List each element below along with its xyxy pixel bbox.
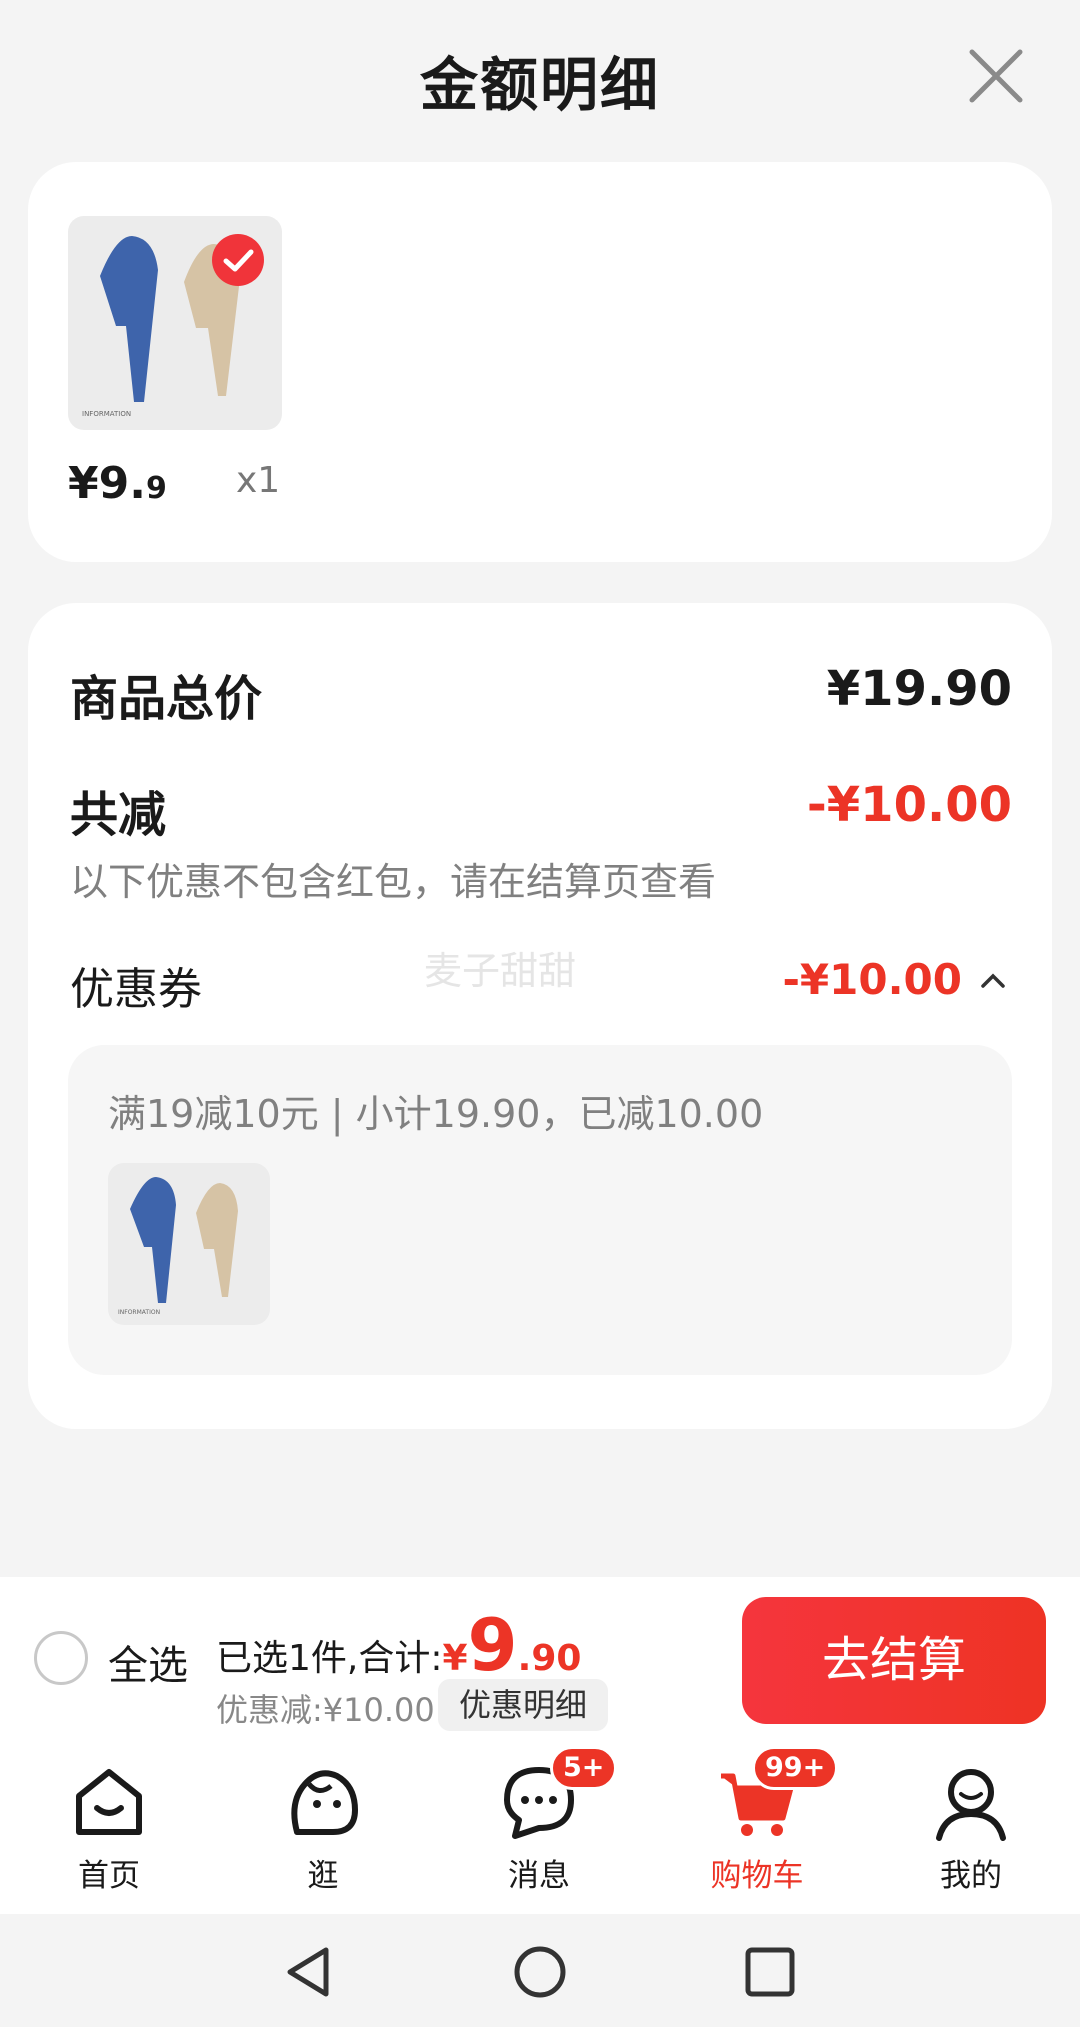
recents-icon[interactable]	[740, 1942, 800, 2002]
coupon-description: 满19减10元 | 小计19.90，已减10.00	[108, 1092, 764, 1136]
tab-label-profile: 我的	[940, 1858, 1002, 1894]
amount-detail-sheet: 金额明细 INFORMATION ¥9.9 x1 商品总价 ¥19.90 共减 …	[0, 0, 1080, 1577]
checkout-button[interactable]: 去结算	[742, 1597, 1046, 1724]
checkout-bar: 全选 已选1件,合计:¥9.90 优惠减:¥10.00 优惠明细 去结算	[0, 1577, 1080, 1742]
product-image-caption: INFORMATION	[82, 410, 132, 418]
home-icon	[76, 1769, 142, 1835]
close-icon[interactable]	[968, 48, 1024, 104]
coupon-label: 优惠券	[70, 964, 202, 1015]
total-discount-label: 共减	[70, 787, 167, 843]
coupon-value[interactable]: -¥10.00	[782, 955, 962, 1004]
tab-cart[interactable]: 购物车 99+	[692, 1746, 839, 1895]
tab-home[interactable]: 首页	[44, 1762, 174, 1895]
coupon-product-thumbnail: INFORMATION	[108, 1163, 270, 1325]
tab-messages[interactable]: 消息 5+	[474, 1746, 618, 1895]
total-summary: 已选1件,合计:¥9.90	[216, 1603, 582, 1687]
tab-label-messages: 消息	[508, 1858, 570, 1894]
product-price: ¥9.9	[68, 458, 167, 509]
back-icon[interactable]	[280, 1942, 340, 2002]
tab-profile[interactable]: 我的	[906, 1762, 1036, 1895]
tab-label-browse: 逛	[307, 1858, 339, 1894]
select-all-label[interactable]: 全选	[108, 1633, 188, 1691]
coupon-detail-box: 满19减10元 | 小计19.90，已减10.00 INFORMATION	[68, 1045, 1012, 1375]
price-summary-card: 商品总价 ¥19.90 共减 -¥10.00 以下优惠不包含红包，请在结算页查看…	[28, 603, 1052, 1429]
tab-label-home: 首页	[78, 1858, 140, 1894]
select-all-radio[interactable]	[34, 1631, 88, 1685]
messages-badge: 5+	[550, 1746, 618, 1790]
cart-badge: 99+	[752, 1746, 839, 1790]
selected-check-icon	[212, 234, 264, 286]
tab-label-cart: 购物车	[710, 1858, 804, 1894]
discount-detail-button[interactable]: 优惠明细	[438, 1679, 608, 1731]
browse-icon	[291, 1770, 358, 1835]
total-price-value: ¥19.90	[826, 661, 1012, 717]
total-discount-value: -¥10.00	[806, 777, 1012, 833]
coupon-image-caption: INFORMATION	[118, 1309, 161, 1316]
discount-note: 以下优惠不包含红包，请在结算页查看	[70, 860, 717, 904]
profile-icon	[936, 1769, 1006, 1841]
system-nav-bar	[0, 1914, 1080, 2027]
tab-browse[interactable]: 逛	[258, 1762, 388, 1895]
product-card: INFORMATION ¥9.9 x1	[28, 162, 1052, 562]
chevron-up-icon[interactable]	[980, 968, 1006, 994]
watermark: 麦子甜甜	[424, 949, 577, 993]
tab-bar: 首页 逛 消息 5+ 购物车 99+ 我的	[0, 1742, 1080, 1914]
towel-image-icon	[130, 1177, 238, 1303]
sheet-title: 金额明细	[419, 51, 660, 119]
discount-summary: 优惠减:¥10.00	[216, 1691, 435, 1729]
product-quantity: x1	[236, 460, 281, 501]
home-circle-icon[interactable]	[510, 1942, 570, 2002]
total-price-label: 商品总价	[70, 671, 263, 727]
product-thumbnail[interactable]: INFORMATION	[68, 216, 282, 430]
